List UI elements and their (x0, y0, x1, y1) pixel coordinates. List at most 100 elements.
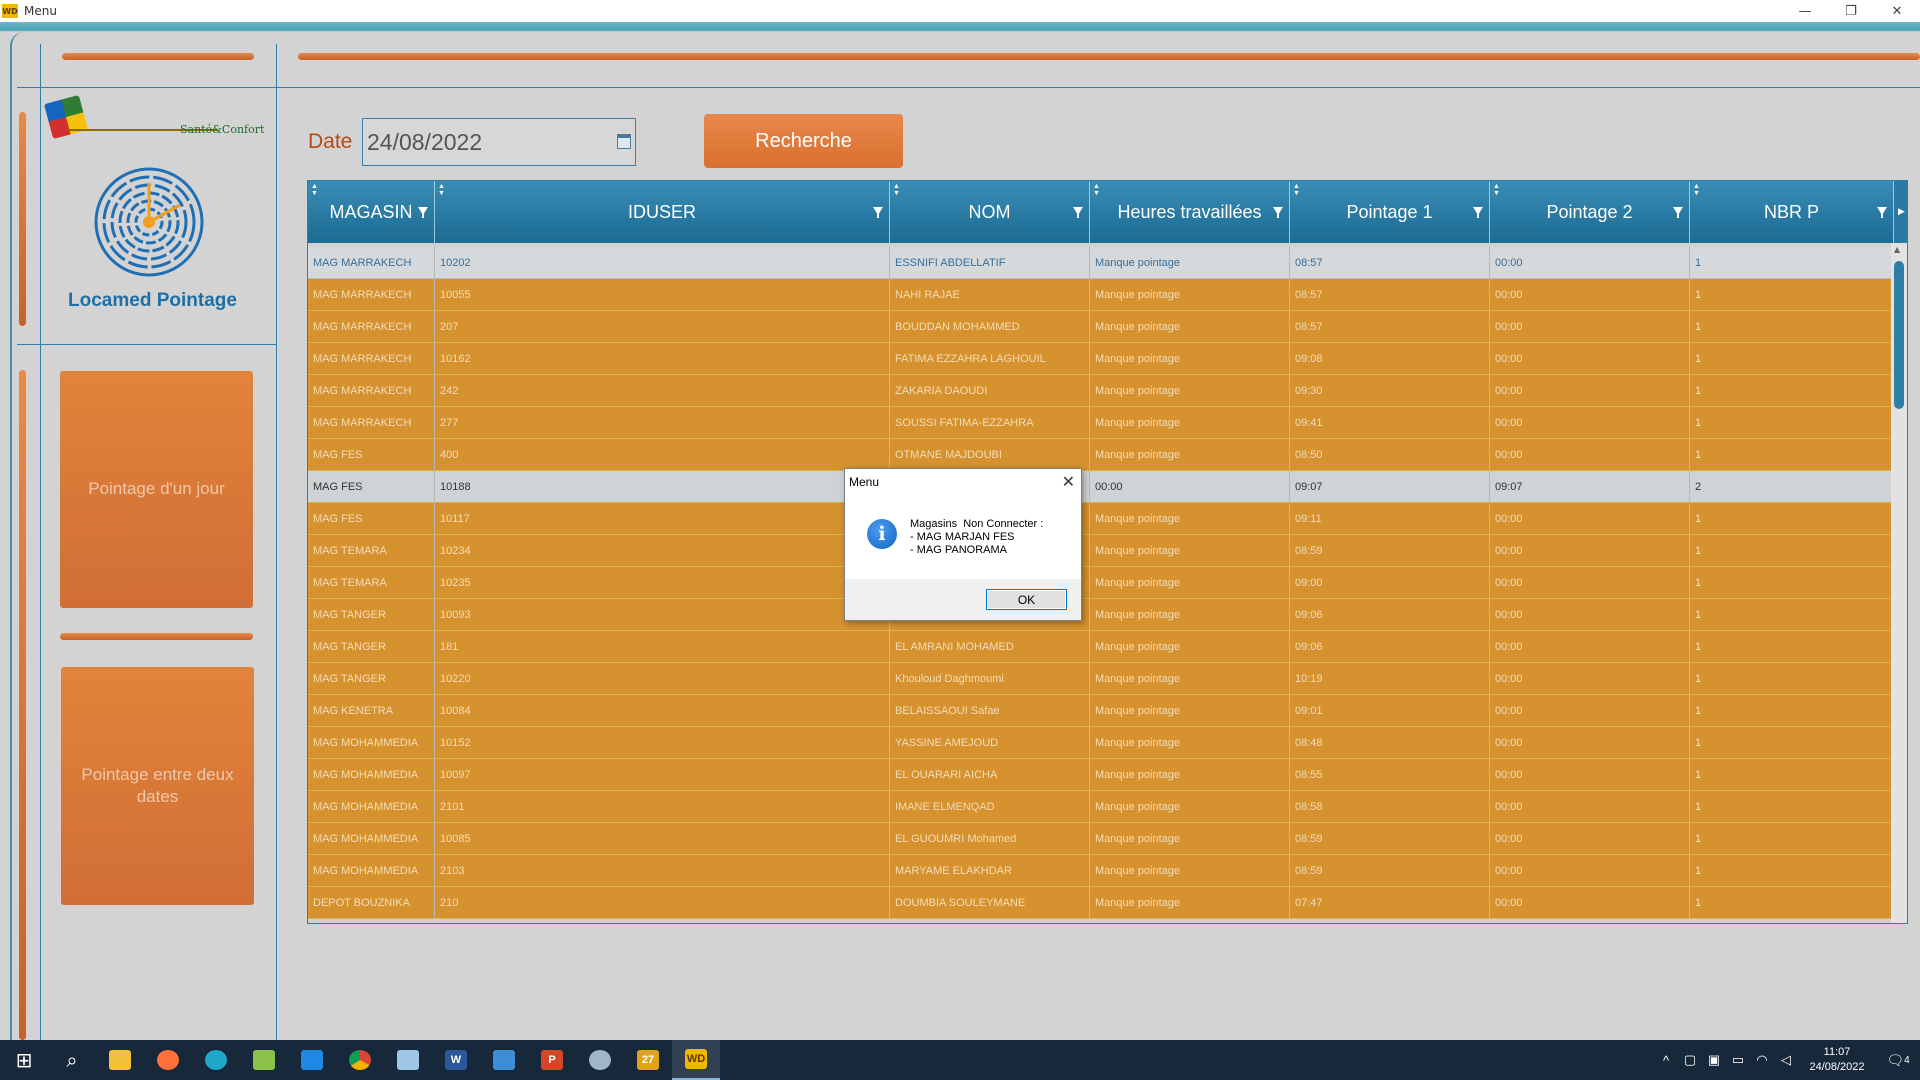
table-row[interactable]: MAG MOHAMMEDIA 10152 YASSINE AMEJOUD Manque… (308, 727, 1893, 759)
table-row[interactable]: MAG MARRAKECH 10202 ESSNIFI ABDELLATIF Manq… (308, 247, 1893, 279)
table-row[interactable]: MAG MARRAKECH 10162 FATIMA EZZAHRA LAGHOUI… (308, 343, 1893, 375)
range-pointage-button[interactable]: Pointage entre deux dates (61, 667, 254, 905)
filter-icon[interactable] (1473, 207, 1483, 218)
notifications-icon[interactable]: 🗨 4 (1876, 1052, 1920, 1069)
table-cell: DEPOT BOUZNIKA (308, 887, 435, 918)
table-row[interactable]: MAG MOHAMMEDIA 10097 EL OUARARI AICHA Manqu… (308, 759, 1893, 791)
table-cell: Khouloud Daghmoumi (890, 663, 1090, 694)
table-row[interactable]: MAG MARRAKECH 10055 NAHI RAJAE Manque point… (308, 279, 1893, 311)
clock[interactable]: 11:07 24/08/2022 (1798, 1045, 1876, 1075)
restore-button[interactable]: ❐ (1828, 0, 1874, 22)
table-row[interactable]: MAG FES 10117 Manque pointage 09:11 00:00 1 (308, 503, 1893, 535)
table-row[interactable]: MAG TEMARA 10234 Manque pointage 08:59 00:00… (308, 535, 1893, 567)
table-cell: 181 (435, 631, 890, 662)
table-cell: 08:58 (1290, 791, 1490, 822)
vertical-scrollbar[interactable]: ▲ (1891, 243, 1907, 923)
scrollbar-thumb[interactable] (1894, 261, 1904, 409)
dialog-close-button[interactable]: ✕ (1062, 472, 1075, 491)
windev-27-icon[interactable]: 27 (624, 1040, 672, 1080)
meet-now-icon[interactable]: ▢ (1678, 1052, 1702, 1068)
paint-icon[interactable] (576, 1040, 624, 1080)
table-row[interactable]: MAG MARRAKECH 277 SOUSSI FATIMA-EZZAHRA Man… (308, 407, 1893, 439)
table-cell: 1 (1690, 631, 1893, 662)
table-cell: 00:00 (1490, 727, 1690, 758)
search-icon[interactable]: ⌕ (48, 1040, 96, 1080)
table-row[interactable]: MAG KENETRA 10084 BELAISSAOUI Safae Manque … (308, 695, 1893, 727)
wifi-icon[interactable]: ◠ (1750, 1052, 1774, 1068)
table-row[interactable]: MAG TEMARA 10235 Manque pointage 09:00 00:00… (308, 567, 1893, 599)
table-row[interactable]: MAG MOHAMMEDIA 2101 IMANE ELMENQAD Manque p… (308, 791, 1893, 823)
column-header-pointage1[interactable]: ▲ ▼ Pointage 1 (1290, 181, 1490, 243)
company-logo: Santé&Confort (43, 94, 274, 145)
chrome-icon[interactable] (336, 1040, 384, 1080)
notepad-icon[interactable] (384, 1040, 432, 1080)
file-explorer-icon[interactable] (96, 1040, 144, 1080)
filter-icon[interactable] (1073, 207, 1083, 218)
column-header-nom[interactable]: ▲ ▼ NOM (890, 181, 1090, 243)
word-icon[interactable]: W (432, 1040, 480, 1080)
filter-icon[interactable] (1877, 207, 1887, 218)
table-cell: 10188 (435, 471, 890, 502)
notepad-plus-icon[interactable] (240, 1040, 288, 1080)
column-header-heures[interactable]: ▲ ▼ Heures travaillées (1090, 181, 1290, 243)
battery-icon[interactable]: ▭ (1726, 1052, 1750, 1068)
table-row[interactable]: MAG TANGER 181 EL AMRANI MOHAMED Manque poi… (308, 631, 1893, 663)
table-cell: 10:19 (1290, 663, 1490, 694)
column-header-iduser[interactable]: ▲ ▼ IDUSER (435, 181, 890, 243)
photos-icon[interactable] (288, 1040, 336, 1080)
filter-icon[interactable] (418, 207, 428, 218)
remote-desktop-icon[interactable] (480, 1040, 528, 1080)
volume-icon[interactable]: ◁ (1774, 1052, 1798, 1068)
ok-button[interactable]: OK (986, 589, 1067, 610)
table-row[interactable]: MAG TANGER 10220 Khouloud Daghmoumi Manque … (308, 663, 1893, 695)
table-cell: 00:00 (1490, 599, 1690, 630)
table-row[interactable]: DEPOT BOUZNIKA 210 DOUMBIA SOULEYMANE Manqu… (308, 887, 1893, 919)
column-header-magasin[interactable]: ▲ ▼ MAGASIN (308, 181, 435, 243)
table-row[interactable]: MAG TANGER 10093 Manque pointage 09:06 00:00… (308, 599, 1893, 631)
table-row[interactable]: MAG MARRAKECH 207 BOUDDAN MOHAMMED Manque p… (308, 311, 1893, 343)
search-button[interactable]: Recherche (704, 114, 903, 168)
display-icon[interactable]: ▣ (1702, 1052, 1726, 1068)
windev-icon[interactable]: WD (672, 1040, 720, 1080)
date-value: 24/08/2022 (367, 128, 483, 155)
edge-icon[interactable] (192, 1040, 240, 1080)
table-cell: 1 (1690, 695, 1893, 726)
filter-icon[interactable] (1273, 207, 1283, 218)
table-row[interactable]: MAG MOHAMMEDIA 2103 MARYAME ELAKHDAR Manque… (308, 855, 1893, 887)
table-cell: MAG KENETRA (308, 695, 435, 726)
clock-date: 24/08/2022 (1809, 1061, 1865, 1073)
table-cell: Manque pointage (1090, 343, 1290, 374)
column-header-nbrp[interactable]: ▲ ▼ NBR P (1690, 181, 1894, 243)
table-cell: 207 (435, 311, 890, 342)
firefox-icon[interactable] (144, 1040, 192, 1080)
scroll-right-icon[interactable]: ▶ (1894, 181, 1907, 243)
table-cell: 1 (1690, 279, 1893, 310)
table-cell: 08:50 (1290, 439, 1490, 470)
date-label: Date (308, 130, 353, 153)
system-tray: ^ ▢ ▣ ▭ ◠ ◁ 11:07 24/08/2022 🗨 4 (1654, 1040, 1920, 1080)
table-cell: Manque pointage (1090, 727, 1290, 758)
table-row[interactable]: MAG MOHAMMEDIA 10085 EL GUOUMRI Mohamed Man… (308, 823, 1893, 855)
table-row[interactable]: MAG MARRAKECH 242 ZAKARIA DAOUDI Manque poi… (308, 375, 1893, 407)
table-cell: 1 (1690, 663, 1893, 694)
table-row[interactable]: MAG FES 10188 00:00 09:07 09:07 2 (308, 471, 1893, 503)
column-header-pointage2[interactable]: ▲ ▼ Pointage 2 (1490, 181, 1690, 243)
scroll-up-icon[interactable]: ▲ (1894, 245, 1900, 254)
decor-bar (19, 112, 26, 326)
powerpoint-icon[interactable]: P (528, 1040, 576, 1080)
table-cell: Manque pointage (1090, 631, 1290, 662)
calendar-icon[interactable] (617, 134, 631, 149)
close-button[interactable]: ✕ (1874, 0, 1920, 22)
minimize-button[interactable]: — (1782, 0, 1828, 22)
table-cell: 10093 (435, 599, 890, 630)
date-field[interactable]: 24/08/2022 (362, 118, 636, 166)
show-hidden-icons-icon[interactable]: ^ (1654, 1053, 1678, 1068)
filter-icon[interactable] (873, 207, 883, 218)
pointage-table: ▲ ▼ MAGASIN ▲ ▼ IDUSER ▲ ▼ NOM ▲ ▼ Heures tr… (307, 180, 1908, 924)
filter-icon[interactable] (1673, 207, 1683, 218)
start-icon[interactable]: ⊞ (0, 1040, 48, 1080)
daily-pointage-button[interactable]: Pointage d'un jour (60, 371, 253, 608)
table-row[interactable]: MAG FES 400 OTMANE MAJDOUBI Manque pointage… (308, 439, 1893, 471)
table-cell: Manque pointage (1090, 407, 1290, 438)
table-cell: 09:11 (1290, 503, 1490, 534)
